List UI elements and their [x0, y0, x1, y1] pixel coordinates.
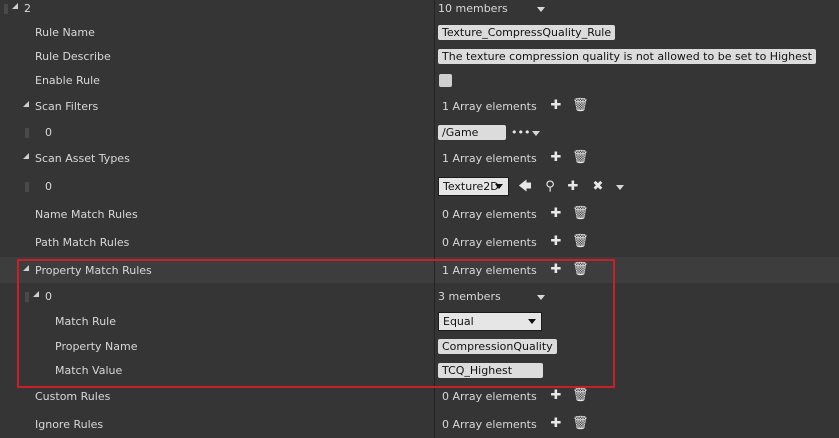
- custom-rules-count: 0 Array elements: [442, 390, 537, 403]
- ellipsis-icon[interactable]: •••: [511, 126, 530, 140]
- ignore-rules-count: 0 Array elements: [442, 418, 537, 431]
- highlight-box: [17, 259, 615, 388]
- asset-type-value: Texture2D: [443, 180, 499, 193]
- plus-icon[interactable]: ✚: [549, 151, 563, 165]
- plus-icon[interactable]: ✚: [566, 180, 580, 194]
- x-icon[interactable]: ✖: [591, 180, 605, 194]
- trash-icon[interactable]: 🗑: [572, 99, 589, 113]
- enable-rule-label: Enable Rule: [35, 74, 100, 87]
- scan-asset-types-label: Scan Asset Types: [35, 152, 130, 165]
- root-members-text: 10 members: [438, 2, 508, 15]
- root-members-dropdown-icon[interactable]: [537, 7, 545, 12]
- plus-icon[interactable]: ✚: [549, 207, 563, 221]
- name-match-rules-count: 0 Array elements: [442, 208, 537, 221]
- rule-name-input[interactable]: Texture_CompressQuality_Rule: [438, 25, 616, 40]
- enable-rule-checkbox[interactable]: [439, 74, 452, 87]
- asset-type-combo[interactable]: Texture2D: [438, 177, 509, 196]
- scan-asset-types-count: 1 Array elements: [442, 152, 537, 165]
- plus-icon[interactable]: ✚: [549, 417, 563, 431]
- ignore-rules-label: Ignore Rules: [35, 418, 104, 431]
- scan-filters-0-input[interactable]: /Game: [438, 125, 506, 140]
- trash-icon[interactable]: 🗑: [572, 389, 589, 403]
- expand-triangle-icon[interactable]: [12, 3, 18, 9]
- trash-icon[interactable]: 🗑: [572, 235, 589, 249]
- trash-icon[interactable]: 🗑: [572, 151, 589, 165]
- rule-describe-input[interactable]: The texture compression quality is not a…: [438, 49, 816, 64]
- trash-icon[interactable]: 🗑: [572, 417, 589, 431]
- root-index-label: 2: [24, 2, 31, 15]
- plus-icon[interactable]: ✚: [549, 235, 563, 249]
- custom-rules-label: Custom Rules: [35, 390, 111, 403]
- plus-icon[interactable]: ✚: [549, 389, 563, 403]
- rule-name-label: Rule Name: [35, 26, 95, 39]
- combo-caret-icon: [495, 184, 503, 189]
- scan-asset-types-expand-icon[interactable]: [23, 153, 29, 159]
- trash-icon[interactable]: 🗑: [572, 207, 589, 221]
- drag-handle-icon[interactable]: [4, 4, 8, 14]
- arrow-left-icon[interactable]: 🡄: [518, 180, 532, 194]
- magnifier-icon[interactable]: ⚲: [543, 180, 557, 194]
- scan-filters-expand-icon[interactable]: [23, 101, 29, 107]
- scan-filters-0-dropdown-icon[interactable]: [532, 131, 540, 136]
- asset-type-options-icon[interactable]: [616, 185, 624, 190]
- rule-describe-label: Rule Describe: [35, 50, 111, 63]
- path-match-rules-label: Path Match Rules: [35, 236, 130, 249]
- drag-handle-icon[interactable]: [25, 182, 29, 192]
- drag-handle-icon[interactable]: [25, 128, 29, 138]
- scan-filters-count: 1 Array elements: [442, 100, 537, 113]
- path-match-rules-count: 0 Array elements: [442, 236, 537, 249]
- scan-filters-0-index: 0: [45, 126, 52, 139]
- scan-filters-label: Scan Filters: [35, 100, 99, 113]
- plus-icon[interactable]: ✚: [549, 99, 563, 113]
- scan-asset-types-0-index: 0: [45, 180, 52, 193]
- name-match-rules-label: Name Match Rules: [35, 208, 138, 221]
